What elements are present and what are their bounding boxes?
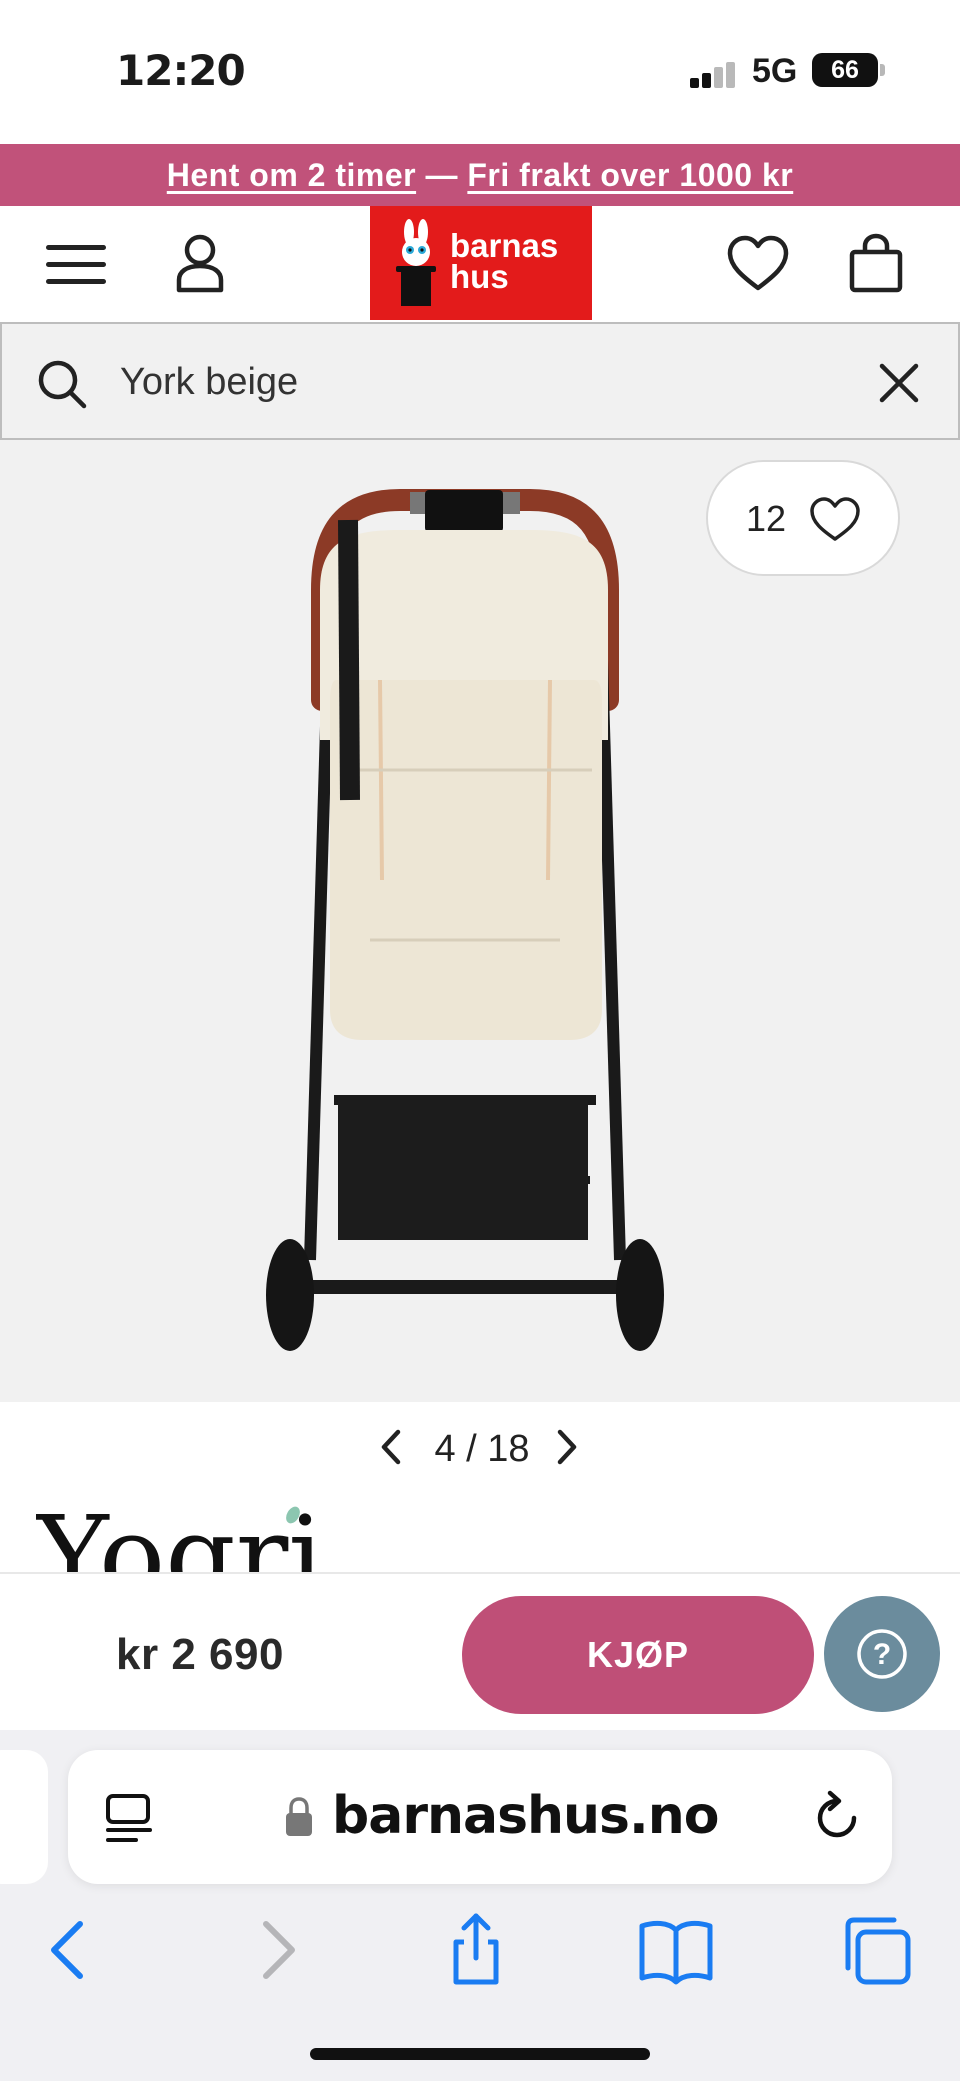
- chevron-right-icon[interactable]: [552, 1426, 582, 1468]
- logo-line2: hus: [450, 258, 509, 295]
- promo-separator: —: [416, 157, 468, 193]
- app-root: 12:20 5G 66 Hent om 2 timer — Fri frakt …: [0, 0, 960, 2081]
- battery-cap: [880, 64, 885, 76]
- help-label: ?: [873, 1638, 891, 1671]
- brand-logo-text: Yogri: [36, 1494, 323, 1574]
- product-gallery[interactable]: 12: [0, 440, 960, 1402]
- shopping-bag-icon: [849, 233, 903, 293]
- promo-banner: Hent om 2 timer — Fri frakt over 1000 kr: [0, 144, 960, 206]
- pager-separator: /: [455, 1428, 488, 1470]
- url-text: barnashus.no: [332, 1786, 720, 1846]
- network-type: 5G: [752, 52, 798, 90]
- reader-icon[interactable]: [104, 1790, 154, 1846]
- site-header: barnas hus: [0, 206, 960, 322]
- pager-current: 4: [434, 1428, 456, 1470]
- pager-counter: 4 / 18: [420, 1428, 544, 1471]
- menu-icon: [46, 245, 106, 284]
- reload-icon[interactable]: [808, 1788, 866, 1848]
- home-indicator: [310, 2048, 650, 2060]
- search-icon: [38, 360, 87, 409]
- buy-button[interactable]: KJØP: [462, 1596, 814, 1714]
- product-price: kr 2 690: [116, 1630, 284, 1679]
- tabs-icon[interactable]: [836, 1910, 916, 1990]
- bookmarks-icon[interactable]: [636, 1910, 716, 1990]
- address-bar[interactable]: barnashus.no: [68, 1750, 892, 1884]
- product-image: [266, 489, 664, 1351]
- brand-logo[interactable]: Yogri: [36, 1494, 336, 1574]
- wishlist-button[interactable]: [722, 228, 794, 300]
- forward-icon[interactable]: [236, 1910, 316, 1990]
- close-icon[interactable]: [874, 358, 924, 408]
- search-input[interactable]: [120, 354, 820, 410]
- account-button[interactable]: [164, 228, 236, 300]
- battery-icon: 66: [812, 53, 878, 87]
- heart-icon: [727, 235, 789, 291]
- logo-line1: barnas: [450, 227, 559, 264]
- user-icon: [176, 234, 224, 293]
- status-time: 12:20: [116, 46, 246, 95]
- promo-link-pickup[interactable]: Hent om 2 timer: [167, 157, 416, 193]
- site-logo[interactable]: barnas hus: [370, 206, 592, 320]
- cart-button[interactable]: [840, 228, 912, 300]
- previous-tab-peek[interactable]: [0, 1750, 48, 1884]
- image-pager: 4 / 18: [0, 1402, 960, 1498]
- help-button[interactable]: ?: [824, 1596, 940, 1712]
- buy-bar: kr 2 690 KJØP ?: [0, 1572, 960, 1730]
- signal-icon: [690, 62, 736, 88]
- back-icon[interactable]: [30, 1910, 110, 1990]
- heart-icon: [810, 497, 860, 541]
- pager-total: 18: [487, 1428, 530, 1470]
- menu-button[interactable]: [40, 228, 112, 300]
- bunny-icon: [396, 219, 436, 306]
- share-icon[interactable]: [436, 1910, 516, 1990]
- favorite-count: 12: [746, 498, 787, 539]
- chevron-left-icon[interactable]: [376, 1426, 406, 1468]
- browser-toolbar: barnashus.no: [0, 1730, 960, 2081]
- promo-link-shipping[interactable]: Fri frakt over 1000 kr: [467, 157, 793, 193]
- favorite-button[interactable]: 12: [706, 460, 900, 576]
- logo-text: barnas hus: [450, 227, 559, 295]
- question-icon: ?: [857, 1629, 907, 1679]
- search-bar: [0, 322, 960, 440]
- lock-icon: [286, 1797, 312, 1836]
- status-bar: 12:20 5G 66: [0, 0, 960, 144]
